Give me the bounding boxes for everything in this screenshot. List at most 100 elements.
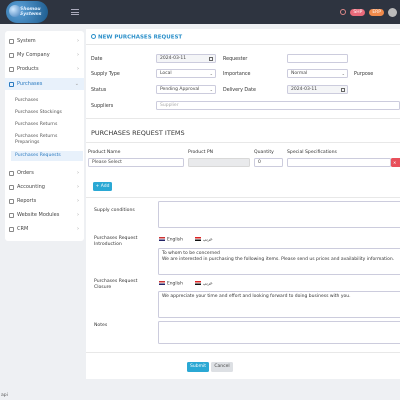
divider (86, 118, 400, 119)
date-field[interactable]: 2024-03-11 (156, 54, 216, 63)
intro-tab-arabic[interactable]: عربي (194, 237, 213, 243)
sidebar-item-label: Accounting (17, 184, 45, 190)
globe-icon (9, 212, 14, 218)
col-product-pn: Product PN (188, 150, 214, 155)
sidebar-item-system[interactable]: System › (5, 35, 84, 47)
sidebar-item-my-company[interactable]: My Company › (5, 49, 84, 61)
delete-row-button[interactable]: ✕ (391, 158, 400, 167)
sidebar-item-reports[interactable]: Reports › (5, 195, 84, 207)
chevron-right-icon: › (77, 52, 79, 58)
chevron-right-icon: › (77, 38, 79, 44)
status-select[interactable]: Pending Approval ⌄ (156, 85, 216, 94)
chevron-down-icon: ⌄ (341, 71, 345, 76)
menu-toggle-icon[interactable] (71, 9, 79, 15)
sidebar-item-purchases[interactable]: Purchases ⌄ (5, 78, 84, 90)
chevron-down-icon: ⌄ (209, 71, 213, 76)
importance-select[interactable]: Normal ⌄ (287, 69, 348, 78)
sidebar-item-label: System (17, 38, 36, 44)
closure-tab-arabic[interactable]: عربي (194, 281, 213, 287)
closure-textarea[interactable]: We appreciate your time and effort and l… (158, 291, 400, 318)
logo-text: Shomou Systems (20, 7, 42, 17)
sidebar-item-label: Products (17, 66, 39, 72)
tab-label: عربي (202, 237, 213, 243)
gear-icon (9, 38, 14, 44)
cart-icon (9, 81, 14, 87)
sidebar-sub-purchases-requests[interactable]: Purchases Requests (11, 151, 83, 161)
tab-label: English (167, 237, 183, 243)
intro-tab-english[interactable]: English (159, 237, 183, 243)
shp-pill[interactable]: SHP (350, 8, 366, 16)
notification-icon[interactable] (340, 9, 347, 15)
chevron-right-icon: › (77, 66, 79, 72)
sidebar-item-crm[interactable]: CRM › (5, 223, 84, 235)
chevron-down-icon: ⌄ (74, 81, 79, 87)
sidebar: System › My Company › Products › Purchas… (5, 31, 84, 241)
top-right-area: SHP ERP (340, 7, 400, 17)
importance-label: Importance (223, 72, 251, 77)
product-select[interactable]: Please Select (88, 158, 184, 167)
suppliers-field[interactable]: Supplier (156, 101, 400, 110)
sidebar-sub-purchases-returns[interactable]: Purchases Returns (15, 122, 83, 128)
quantity-field[interactable]: 0 (254, 158, 283, 167)
supply-type-select[interactable]: Local ⌄ (156, 69, 216, 78)
delivery-date-label: Delivery Date (223, 88, 256, 93)
egypt-flag-icon (194, 281, 201, 286)
divider (86, 197, 400, 198)
items-section-title: PURCHASES REQUEST ITEMS (91, 129, 185, 137)
date-value: 2024-03-11 (160, 56, 187, 61)
sidebar-item-accounting[interactable]: Accounting › (5, 181, 84, 193)
uk-flag-icon (159, 281, 165, 286)
delivery-date-field[interactable]: 2024-03-11 (287, 85, 348, 94)
add-item-button[interactable]: + Add (93, 182, 112, 191)
chevron-right-icon: › (77, 212, 79, 218)
requester-field[interactable] (287, 54, 348, 63)
col-product-name: Product Name (88, 150, 121, 155)
sidebar-sub-purchases-returns-preparings[interactable]: Purchases Returns Preparings (15, 134, 75, 145)
erp-pill[interactable]: ERP (369, 8, 384, 16)
col-quantity: Quantity (254, 150, 274, 155)
submit-button[interactable]: Submit (187, 362, 209, 372)
notes-textarea[interactable] (158, 321, 400, 344)
page-title: NEW PURCHASES REQUEST (91, 34, 182, 41)
avatar[interactable] (388, 7, 397, 17)
purchase-request-panel: NEW PURCHASES REQUEST Date 2024-03-11 Re… (86, 29, 400, 379)
product-pn-field (188, 158, 250, 167)
sidebar-sub-purchases[interactable]: Purchases (15, 98, 83, 104)
top-bar: Shomou Systems SHP ERP (0, 0, 400, 24)
sidebar-item-products[interactable]: Products › (5, 63, 84, 75)
supply-conditions-label: Supply conditions (94, 208, 135, 213)
intro-label: Purchases Request Introduction (94, 236, 138, 247)
sidebar-sub-purchases-stockings[interactable]: Purchases Stockings (15, 110, 83, 116)
chevron-down-icon: ⌄ (209, 87, 213, 92)
closure-tab-english[interactable]: English (159, 281, 183, 287)
importance-value: Normal (291, 71, 308, 76)
building-icon (9, 52, 14, 58)
chevron-right-icon: › (77, 198, 79, 204)
people-icon (9, 226, 14, 232)
closure-lang-tabs: English عربي (159, 279, 213, 289)
closure-label: Purchases Request Closure (94, 279, 138, 290)
company-logo[interactable]: Shomou Systems (6, 1, 48, 23)
sidebar-item-label: My Company (17, 52, 50, 58)
status-value: Pending Approval (160, 87, 200, 92)
sidebar-item-label: Reports (17, 198, 37, 204)
date-label: Date (91, 57, 103, 62)
report-icon (9, 198, 14, 204)
globe-logo-icon (9, 5, 21, 17)
sidebar-item-orders[interactable]: Orders › (5, 167, 84, 179)
calculator-icon (9, 184, 14, 190)
cancel-button[interactable]: Cancel (211, 362, 233, 372)
order-icon (9, 170, 14, 176)
chevron-right-icon: › (77, 170, 79, 176)
supply-type-value: Local (160, 71, 172, 76)
supply-type-label: Supply Type (91, 72, 120, 77)
intro-textarea[interactable]: To whom to be concerned We are intereste… (158, 248, 400, 275)
purpose-label: Purpose (354, 72, 374, 77)
calendar-icon (209, 56, 213, 61)
sidebar-item-label: Website Modules (17, 212, 60, 218)
intro-lang-tabs: English عربي (159, 235, 213, 245)
sidebar-item-label: Purchases (17, 81, 43, 87)
special-specs-field[interactable] (287, 158, 391, 167)
supply-conditions-field[interactable] (158, 201, 400, 228)
sidebar-item-website-modules[interactable]: Website Modules › (5, 209, 84, 221)
